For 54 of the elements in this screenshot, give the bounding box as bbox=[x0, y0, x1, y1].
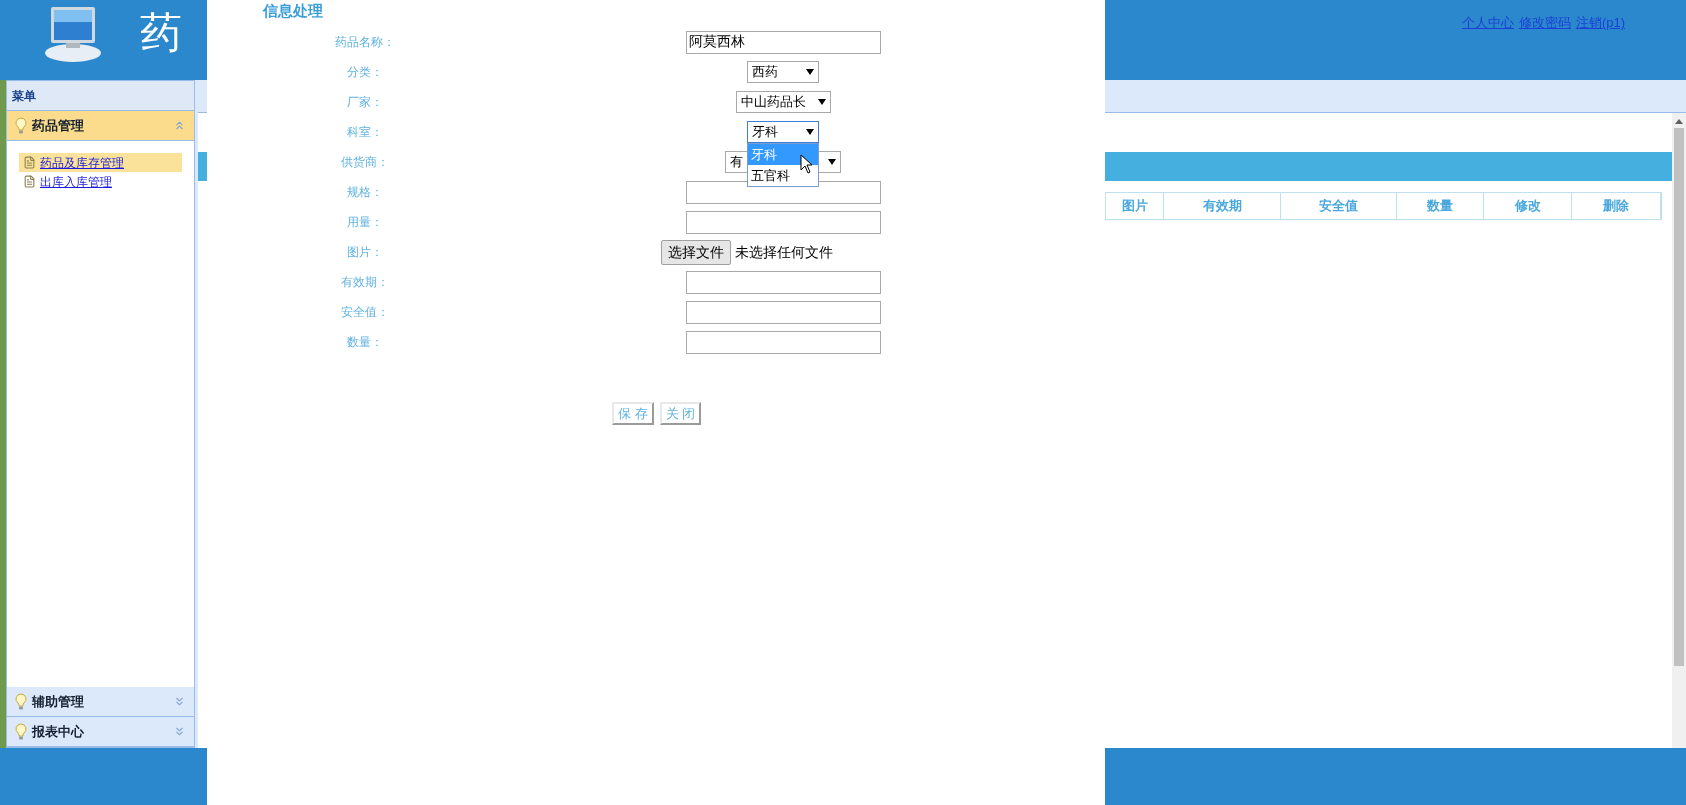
mouse-cursor-icon bbox=[800, 154, 813, 174]
document-icon bbox=[23, 175, 36, 188]
column-header: 修改 bbox=[1484, 193, 1572, 219]
text-field[interactable] bbox=[685, 210, 881, 234]
field-label: 规格： bbox=[347, 184, 383, 201]
field-label: 分类： bbox=[347, 64, 383, 81]
lightbulb-icon bbox=[15, 116, 27, 135]
accordion-header[interactable]: 药品管理 bbox=[7, 111, 194, 141]
chevrons-up-icon bbox=[173, 119, 186, 132]
column-header: 图片 bbox=[1106, 193, 1164, 219]
chevrons-down-icon bbox=[173, 725, 186, 738]
caret-icon bbox=[806, 129, 814, 135]
accordion-title: 报表中心 bbox=[32, 722, 84, 741]
field-label: 数量： bbox=[347, 334, 383, 351]
field-label: 供货商： bbox=[341, 154, 389, 171]
field-label: 图片： bbox=[347, 244, 383, 261]
caret-icon bbox=[817, 99, 826, 105]
select-dropdown[interactable]: 中山药品长 bbox=[735, 91, 831, 113]
column-header: 有效期 bbox=[1164, 193, 1281, 219]
chevrons-down-icon bbox=[173, 695, 186, 708]
document-icon bbox=[23, 156, 36, 169]
column-header: 数量 bbox=[1397, 193, 1484, 219]
menu-item[interactable]: 出库入库管理 bbox=[19, 172, 182, 191]
field-label: 厂家： bbox=[347, 94, 383, 111]
field-label: 有效期： bbox=[341, 274, 389, 291]
monitor-drawing bbox=[42, 5, 104, 63]
column-header: 安全值 bbox=[1281, 193, 1397, 219]
caret-icon bbox=[806, 69, 814, 75]
field-label: 药品名称： bbox=[335, 34, 395, 51]
caret-icon bbox=[828, 159, 836, 165]
lightbulb-icon bbox=[15, 692, 27, 711]
file-status-text: 未选择任何文件 bbox=[735, 242, 833, 262]
field-label: 用量： bbox=[347, 214, 383, 231]
text-field[interactable]: 阿莫西林 bbox=[685, 30, 881, 54]
text-field[interactable] bbox=[685, 300, 881, 324]
menu-item[interactable]: 药品及库存管理 bbox=[19, 153, 182, 172]
text-field[interactable] bbox=[685, 330, 881, 354]
accordion-header[interactable]: 辅助管理 bbox=[7, 687, 194, 717]
select-dropdown[interactable]: 西药 bbox=[747, 61, 819, 83]
sidebar-title: 菜单 bbox=[7, 81, 194, 111]
field-label: 安全值： bbox=[341, 304, 389, 321]
accordion-header[interactable]: 报表中心 bbox=[7, 717, 194, 747]
scrollbar-thumb[interactable] bbox=[1674, 128, 1684, 666]
choose-file-button[interactable]: 选择文件 bbox=[661, 239, 731, 265]
column-header: 删除 bbox=[1572, 193, 1661, 219]
select-dropdown[interactable]: 牙科 bbox=[747, 121, 819, 143]
scroll-up-arrow-icon[interactable] bbox=[1675, 119, 1683, 124]
accordion-title: 药品管理 bbox=[32, 116, 84, 135]
lightbulb-icon bbox=[15, 722, 27, 741]
accordion-title: 辅助管理 bbox=[32, 692, 84, 711]
field-label: 科室： bbox=[347, 124, 383, 141]
text-field[interactable] bbox=[685, 270, 881, 294]
dialog-title: 信息处理 bbox=[263, 1, 324, 21]
app-title: 药 bbox=[140, 12, 182, 54]
